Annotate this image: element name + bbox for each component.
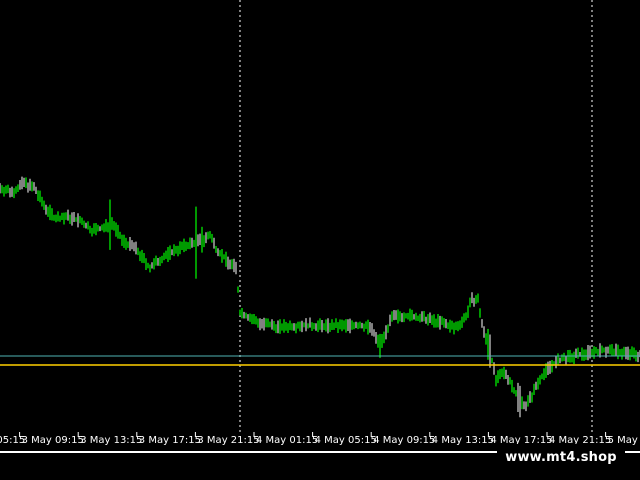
time-axis-label: 3 May 13:15 <box>80 435 142 446</box>
time-axis-label: 3 May 21:15 <box>197 435 259 446</box>
price-bars <box>0 176 640 418</box>
watermark: www.mt4.shop <box>497 444 625 470</box>
day-separators <box>239 0 593 432</box>
time-axis-label: 4 May 01:15 <box>256 435 318 446</box>
time-axis-label: 4 May 13:15 <box>432 435 494 446</box>
time-axis-label: 4 May 05:15 <box>315 435 377 446</box>
time-axis-label: 3 May 09:15 <box>22 435 84 446</box>
time-axis-label: 3 May 17:15 <box>139 435 201 446</box>
chart-window[interactable]: 3 May 05:153 May 09:153 May 13:153 May 1… <box>0 0 640 480</box>
time-axis-label: 4 May 09:15 <box>373 435 435 446</box>
watermark-text: www.mt4.shop <box>505 449 617 465</box>
price-chart[interactable]: 3 May 05:153 May 09:153 May 13:153 May 1… <box>0 0 640 480</box>
